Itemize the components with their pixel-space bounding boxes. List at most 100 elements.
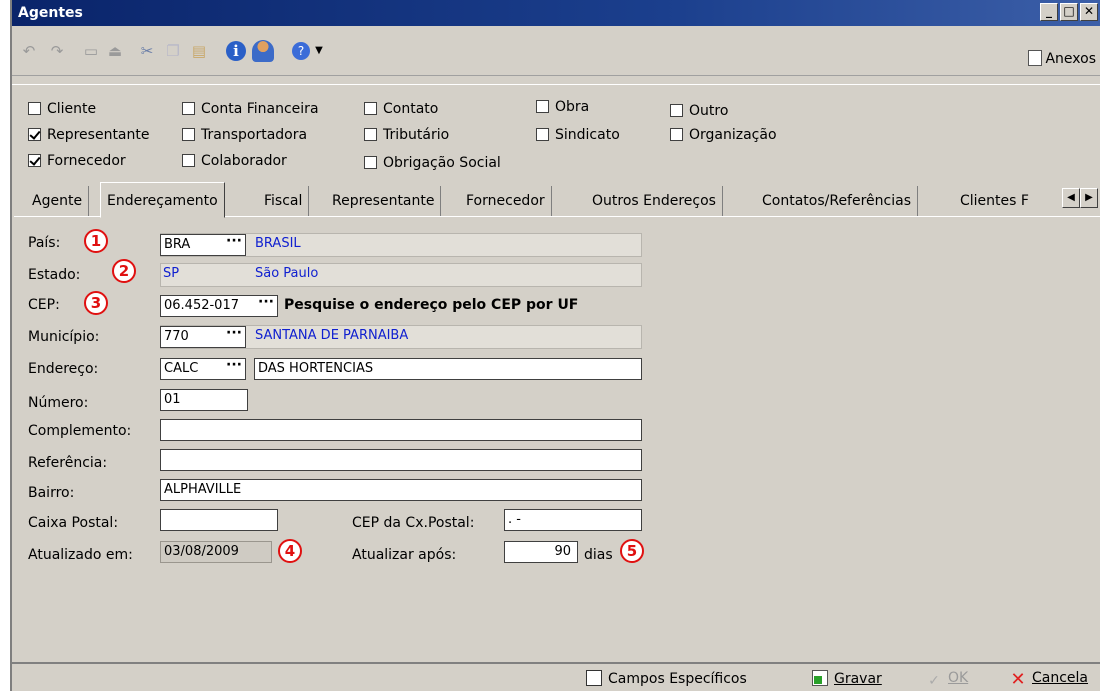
checkbox-box[interactable]: [670, 104, 683, 117]
checkbox-label: Conta Financeira: [201, 101, 319, 117]
checkbox-label: Sindicato: [555, 127, 620, 143]
checkbox-box[interactable]: [536, 128, 549, 141]
agent-type-checkboxes: Cliente Representante Fornecedor Conta F…: [12, 84, 1100, 176]
toolbar: ↶ ↷ ▭ ⏏ ✂ ❐ ▤ i ? ▼ Anexos: [12, 28, 1100, 76]
checkbox-box[interactable]: [670, 128, 683, 141]
callout-badge-2: 2: [112, 259, 136, 283]
municipio-lookup-button[interactable]: ···: [226, 325, 242, 341]
checkbox-box[interactable]: [182, 102, 195, 115]
tab-fornecedor[interactable]: Fornecedor: [460, 186, 552, 216]
save-icon: [812, 670, 828, 686]
checkbox-contato[interactable]: Contato: [364, 101, 438, 117]
close-button[interactable]: ✕: [1080, 3, 1098, 21]
caixa-postal-label: Caixa Postal:: [28, 515, 119, 531]
minimize-button[interactable]: _: [1040, 3, 1058, 21]
checkbox-fornecedor[interactable]: Fornecedor: [28, 153, 126, 169]
complemento-input[interactable]: [160, 419, 642, 441]
cut-icon[interactable]: ✂: [136, 40, 158, 62]
checkbox-box[interactable]: [536, 100, 549, 113]
checkbox-box[interactable]: [28, 102, 41, 115]
checkbox-box[interactable]: [364, 128, 377, 141]
atualizado-em-label: Atualizado em:: [28, 547, 133, 563]
checkbox-box[interactable]: [28, 128, 41, 141]
checkbox-organizacao[interactable]: Organização: [670, 127, 777, 143]
pais-label: País:: [28, 235, 61, 251]
tab-fiscal[interactable]: Fiscal: [258, 186, 310, 216]
numero-input[interactable]: 01: [160, 389, 248, 411]
tab-representante[interactable]: Representante: [326, 186, 442, 216]
ok-button[interactable]: ✓ OK: [926, 670, 968, 689]
endereco-lookup-button[interactable]: ···: [226, 357, 242, 373]
checkbox-box[interactable]: [28, 154, 41, 167]
estado-name: São Paulo: [255, 266, 319, 281]
estado-label: Estado:: [28, 267, 81, 283]
campos-especificos-button[interactable]: Campos Específicos: [586, 670, 747, 687]
gravar-button[interactable]: Gravar: [812, 670, 882, 687]
atualizar-apos-input[interactable]: 90: [504, 541, 578, 563]
checkbox-label: Tributário: [383, 127, 450, 143]
checkbox-cliente[interactable]: Cliente: [28, 101, 96, 117]
caixa-postal-input[interactable]: [160, 509, 278, 531]
checkbox-box[interactable]: [182, 128, 195, 141]
referencia-input[interactable]: [160, 449, 642, 471]
checkbox-box[interactable]: [364, 102, 377, 115]
check-icon: ✓: [928, 673, 940, 689]
checkbox-transportadora[interactable]: Transportadora: [182, 127, 307, 143]
action-bar: Campos Específicos Gravar ✓ OK ✕ Cancela: [12, 662, 1100, 691]
checkbox-outro[interactable]: Outro: [670, 103, 728, 119]
callout-badge-4: 4: [278, 539, 302, 563]
referencia-label: Referência:: [28, 455, 108, 471]
municipio-label: Município:: [28, 329, 100, 345]
pais-lookup-button[interactable]: ···: [226, 233, 242, 249]
atualizar-apos-label: Atualizar após:: [352, 547, 457, 563]
cep-cx-postal-label: CEP da Cx.Postal:: [352, 515, 475, 531]
cep-label: CEP:: [28, 297, 60, 313]
checkbox-representante[interactable]: Representante: [28, 127, 149, 143]
tab-agente[interactable]: Agente: [26, 186, 90, 216]
municipio-name: SANTANA DE PARNAIBA: [255, 328, 409, 343]
new-document-icon[interactable]: ▭: [80, 40, 102, 62]
tab-clientes[interactable]: Clientes F: [954, 186, 1060, 216]
tab-scroll-left-icon[interactable]: ◀: [1062, 188, 1080, 208]
checkbox-obra[interactable]: Obra: [536, 99, 589, 115]
tab-contatos-referencias[interactable]: Contatos/Referências: [756, 186, 918, 216]
tab-scroll-right-icon[interactable]: ▶: [1080, 188, 1098, 208]
cep-cx-postal-input[interactable]: . -: [504, 509, 642, 531]
checkbox-box[interactable]: [182, 154, 195, 167]
checkbox-colaborador[interactable]: Colaborador: [182, 153, 287, 169]
checkbox-tributario[interactable]: Tributário: [364, 127, 449, 143]
info-icon[interactable]: i: [226, 41, 246, 61]
cep-lookup-button[interactable]: ···: [258, 294, 274, 310]
cep-search-hint: Pesquise o endereço pelo CEP por UF: [284, 297, 579, 313]
paste-icon[interactable]: ▤: [188, 40, 210, 62]
gravar-label: Gravar: [834, 671, 882, 687]
eject-icon[interactable]: ⏏: [104, 40, 126, 62]
checkbox-label: Colaborador: [201, 153, 287, 169]
tab-outros-enderecos[interactable]: Outros Endereços: [586, 186, 723, 216]
redo-icon[interactable]: ↷: [46, 40, 68, 62]
checkbox-sindicato[interactable]: Sindicato: [536, 127, 620, 143]
tab-enderecamento[interactable]: Endereçamento: [100, 182, 225, 218]
checkbox-obrigacao-social[interactable]: Obrigação Social: [364, 155, 501, 171]
checkbox-label: Contato: [383, 101, 439, 117]
checkbox-label: Organização: [689, 127, 777, 143]
atualizado-em-value: 03/08/2009: [160, 541, 272, 563]
checkbox-label: Representante: [47, 127, 150, 143]
cancela-label: Cancela: [1032, 670, 1089, 686]
cancela-button[interactable]: ✕ Cancela: [1010, 669, 1089, 690]
campos-especificos-label: Campos Específicos: [608, 671, 747, 687]
undo-icon[interactable]: ↶: [18, 40, 40, 62]
copy-icon[interactable]: ❐: [162, 40, 184, 62]
user-icon[interactable]: [252, 40, 274, 62]
checkbox-label: Fornecedor: [47, 153, 126, 169]
dropdown-arrow-icon[interactable]: ▼: [308, 40, 330, 62]
callout-badge-1: 1: [84, 229, 108, 253]
bairro-input[interactable]: ALPHAVILLE: [160, 479, 642, 501]
checkbox-box[interactable]: [364, 156, 377, 169]
cancel-x-icon: ✕: [1010, 669, 1026, 690]
checkbox-label: Transportadora: [201, 127, 308, 143]
endereco-input[interactable]: DAS HORTENCIAS: [254, 358, 642, 380]
maximize-button[interactable]: □: [1060, 3, 1078, 21]
checkbox-conta-financeira[interactable]: Conta Financeira: [182, 101, 319, 117]
anexos-button[interactable]: Anexos: [1028, 50, 1096, 67]
